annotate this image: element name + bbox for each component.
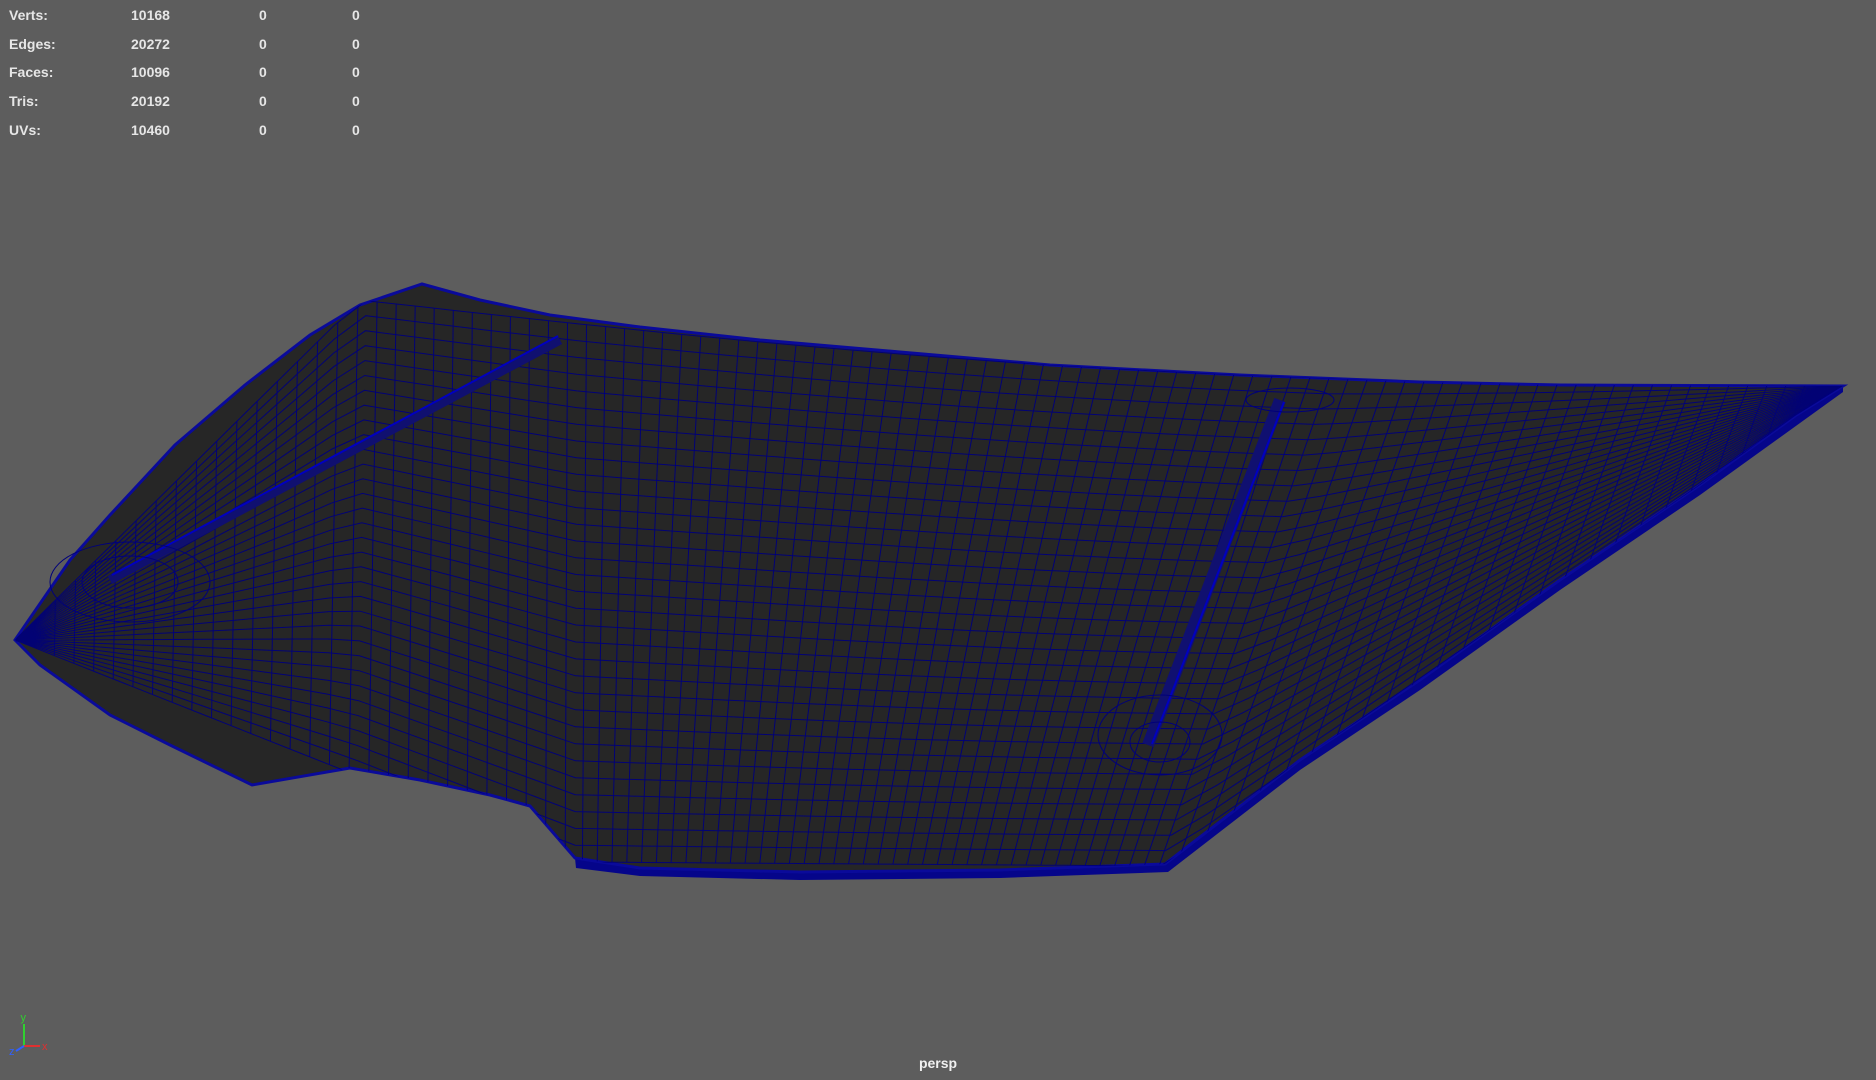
hud-selected: 0 — [259, 7, 267, 23]
hud-label: UVs: — [9, 121, 41, 138]
hud-component: 0 — [352, 93, 360, 110]
hud-label: Faces: — [9, 64, 54, 81]
hood-mesh[interactable] — [0, 0, 1876, 1080]
axis-x-label: x — [42, 1041, 48, 1053]
hud-label: Verts: — [9, 7, 48, 23]
hud-selected: 0 — [259, 64, 267, 81]
hud-total: 10096 — [131, 64, 170, 81]
hud-row-edges: Edges: 20272 0 0 — [9, 30, 369, 59]
hud-row-uvs: UVs: 10460 0 0 — [9, 116, 369, 145]
hud-total: 20272 — [131, 35, 170, 52]
poly-count-hud: Verts: 10168 0 0 Edges: 20272 0 0 Faces:… — [9, 1, 369, 144]
hud-label: Tris: — [9, 93, 39, 110]
hud-component: 0 — [352, 64, 360, 81]
hud-total: 20192 — [131, 93, 170, 110]
hud-total: 10168 — [131, 7, 170, 23]
hud-component: 0 — [352, 35, 360, 52]
hud-row-faces: Faces: 10096 0 0 — [9, 58, 369, 87]
camera-name-label: persp — [918, 1055, 958, 1071]
axis-y-label: y — [21, 1012, 27, 1024]
hud-label: Edges: — [9, 35, 56, 52]
hud-component: 0 — [352, 7, 360, 23]
hud-selected: 0 — [259, 121, 267, 138]
hud-component: 0 — [352, 121, 360, 138]
hud-selected: 0 — [259, 35, 267, 52]
axis-z-line — [15, 1045, 25, 1052]
hud-row-verts: Verts: 10168 0 0 — [9, 1, 369, 30]
axis-gizmo-icon: y x z — [9, 1012, 48, 1056]
hud-row-tris: Tris: 20192 0 0 — [9, 87, 369, 116]
hud-total: 10460 — [131, 121, 170, 138]
hud-selected: 0 — [259, 93, 267, 110]
perspective-viewport[interactable]: Verts: 10168 0 0 Edges: 20272 0 0 Faces:… — [0, 0, 1876, 1080]
